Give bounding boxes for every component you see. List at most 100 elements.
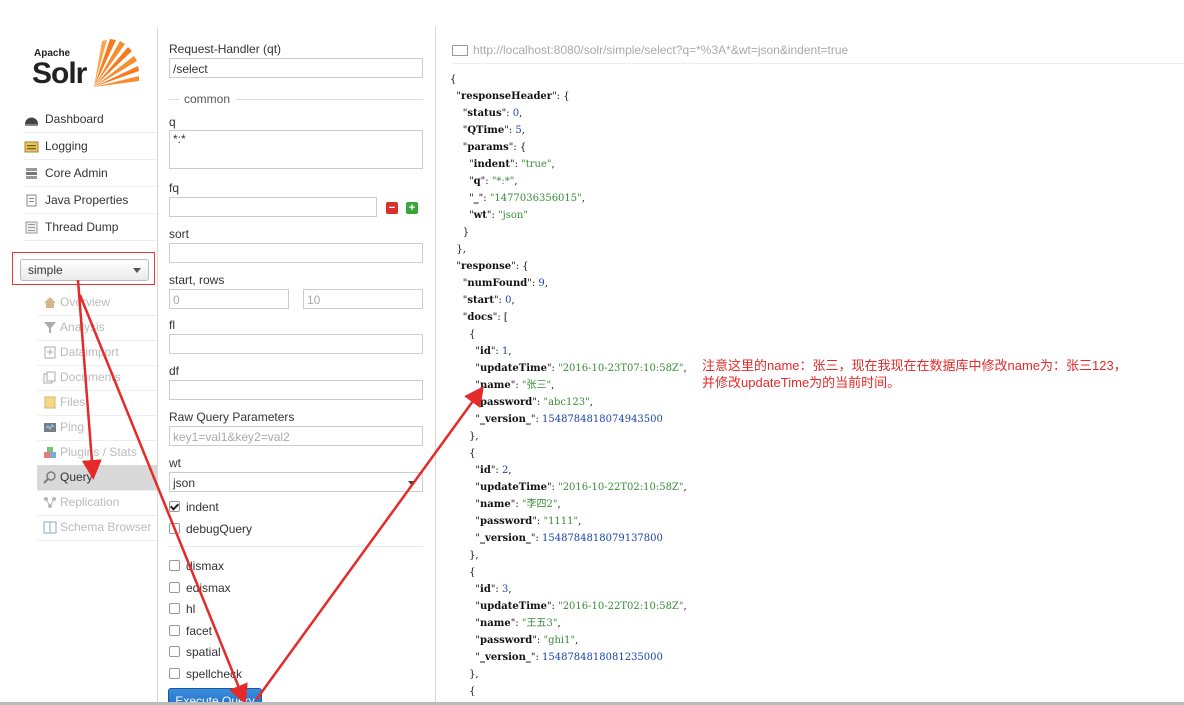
checkbox-icon (169, 603, 180, 614)
checkbox-icon (169, 582, 180, 593)
thread-dump-icon (25, 221, 38, 234)
param-q-value: "*:*" (491, 176, 515, 187)
raw-query-label: Raw Query Parameters (169, 410, 295, 424)
core-menu-overview[interactable]: Overview (37, 290, 157, 316)
request-url-text: http://localhost:8080/solr/simple/select… (473, 43, 849, 57)
wt-label: wt (169, 456, 181, 470)
replication-icon (44, 497, 56, 509)
search-icon (43, 471, 56, 485)
rows-input[interactable]: 10 (303, 289, 423, 309)
facet-checkbox[interactable]: facet (169, 624, 212, 638)
doc-id: 1 (501, 346, 509, 357)
chevron-down-icon (133, 268, 141, 273)
annotation-note: 注意这里的name：张三，现在我现在在数据库中修改name为：张三123， 并修… (702, 357, 1127, 391)
fl-input[interactable] (169, 334, 423, 354)
ping-icon (44, 423, 56, 433)
nav-java-properties[interactable]: Java Properties (24, 187, 157, 214)
num-found-value: 9 (538, 278, 545, 289)
start-rows-label: start, rows (169, 273, 225, 287)
annotation-line-2: 并修改updateTime为的当前时间。 (702, 375, 901, 390)
nav-logging[interactable]: Logging (24, 133, 157, 160)
core-menu-query[interactable]: Query (37, 465, 157, 491)
edismax-checkbox[interactable]: edismax (169, 581, 231, 595)
indent-checkbox[interactable]: indent (169, 500, 219, 514)
solr-logo[interactable]: Apache Solr (30, 35, 142, 95)
core-menu-dataimport[interactable]: Dataimport (37, 340, 157, 366)
checkbox-icon (169, 523, 180, 534)
core-menu-files[interactable]: Files (37, 390, 157, 416)
spatial-checkbox[interactable]: spatial (169, 645, 221, 659)
plugins-icon (44, 447, 56, 459)
core-menu-schema-browser[interactable]: Schema Browser (37, 515, 157, 541)
start-value: 0 (505, 295, 512, 306)
core-menu-analysis[interactable]: Analysis (37, 315, 157, 341)
request-handler-label: Request-Handler (qt) (169, 42, 282, 56)
nav-thread-dump[interactable]: Thread Dump (24, 214, 157, 241)
doc-version: 1548784818081235000 (542, 652, 663, 663)
fq-input[interactable] (169, 197, 377, 217)
start-input[interactable]: 0 (169, 289, 289, 309)
core-menu-ping[interactable]: Ping (37, 415, 157, 441)
checkbox-icon (169, 560, 180, 571)
documents-icon (43, 371, 56, 384)
solr-sun-icon (94, 39, 139, 87)
chevron-down-icon (408, 481, 416, 486)
doc-password: "abc123" (543, 397, 590, 408)
doc-update-time: "2016-10-22T02:10:58Z" (558, 601, 684, 612)
doc-name: "张三" (521, 380, 552, 391)
q-textarea[interactable]: *:* (169, 130, 423, 169)
import-icon (44, 346, 56, 359)
checkbox-checked-icon (169, 501, 180, 512)
core-selector-highlight: simple (12, 252, 155, 285)
sort-input[interactable] (169, 243, 423, 263)
raw-query-input[interactable]: key1=val1&key2=val2 (169, 426, 423, 446)
wt-select-value: json (173, 476, 196, 490)
param-wt-value: "json" (498, 210, 528, 221)
divider (169, 546, 423, 547)
checkbox-icon (169, 625, 180, 636)
qtime-value: 5 (515, 125, 522, 136)
add-fq-button[interactable]: + (406, 202, 418, 214)
logging-icon (24, 141, 39, 153)
doc-name: "李四2" (521, 499, 558, 510)
param-indent-value: "true" (521, 159, 552, 170)
spellcheck-checkbox[interactable]: spellcheck (169, 667, 242, 681)
url-icon (452, 45, 468, 57)
param-underscore-value: "1477036356015" (489, 193, 582, 204)
request-handler-input[interactable]: /select (169, 58, 423, 78)
doc-password: "ghi1" (543, 635, 576, 646)
doc-version: 1548784818074943500 (542, 414, 663, 425)
df-input[interactable] (169, 380, 423, 400)
remove-fq-button[interactable]: − (386, 202, 398, 214)
core-menu-replication[interactable]: Replication (37, 490, 157, 516)
core-admin-icon (26, 168, 37, 180)
doc-id: 3 (501, 584, 509, 595)
home-icon (44, 297, 56, 309)
query-form: Request-Handler (qt) /select common q *:… (158, 27, 435, 705)
dismax-checkbox[interactable]: dismax (169, 559, 224, 573)
logo-solr-text: Solr (32, 57, 87, 90)
hl-checkbox[interactable]: hl (169, 602, 195, 616)
status-value: 0 (512, 108, 520, 119)
dashboard-icon (25, 117, 38, 127)
core-selector-value: simple (28, 263, 63, 277)
df-label: df (169, 364, 180, 378)
core-selector[interactable]: simple (20, 259, 149, 281)
fl-label: fl (169, 318, 175, 332)
debug-query-checkbox[interactable]: debugQuery (169, 522, 252, 536)
java-properties-icon (26, 194, 37, 207)
folder-icon (44, 396, 56, 409)
response-json: { "responseHeader": { "status": 0, "QTim… (450, 74, 687, 697)
wt-select[interactable]: json (169, 472, 423, 492)
sidebar: Apache Solr Dashboard Logging Core Admin… (0, 27, 158, 705)
doc-name: "王五3" (521, 618, 558, 629)
core-menu-documents[interactable]: Documents (37, 365, 157, 391)
nav-dashboard[interactable]: Dashboard (24, 106, 157, 133)
common-fieldset: common (169, 92, 423, 106)
request-url-link[interactable]: http://localhost:8080/solr/simple/select… (452, 41, 1184, 64)
fq-label: fq (169, 181, 180, 195)
nav-core-admin[interactable]: Core Admin (24, 160, 157, 187)
core-menu-plugins-stats[interactable]: Plugins / Stats (37, 440, 157, 466)
doc-id: 2 (501, 465, 509, 476)
checkbox-icon (169, 668, 180, 679)
